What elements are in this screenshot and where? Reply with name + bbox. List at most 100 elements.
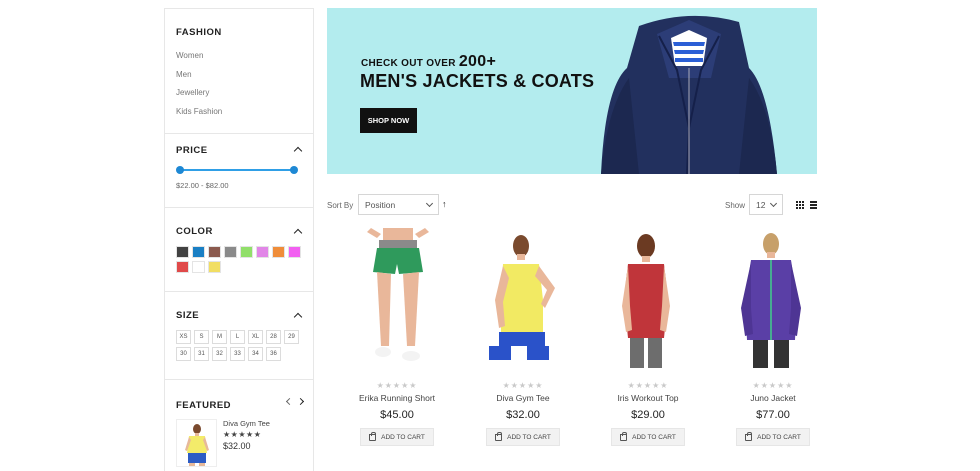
sort-select[interactable]: Position bbox=[358, 194, 439, 215]
featured-nav bbox=[285, 397, 305, 406]
product-price: $45.00 bbox=[380, 409, 414, 421]
product-card[interactable]: ★★★★★ Juno Jacket $77.00 ADD TO CART bbox=[713, 228, 833, 446]
product-name[interactable]: Iris Workout Top bbox=[588, 393, 708, 403]
promo-banner[interactable]: CHECK OUT OVER 200+ MEN'S JACKETS & COAT… bbox=[327, 8, 817, 174]
shopping-bag-icon bbox=[369, 431, 377, 441]
color-swatch[interactable] bbox=[176, 246, 189, 258]
product-name[interactable]: Juno Jacket bbox=[713, 393, 833, 403]
rating-stars: ★★★★★ bbox=[627, 381, 669, 390]
featured-rating-stars: ★★★★★ bbox=[223, 430, 262, 439]
product-image[interactable] bbox=[463, 228, 583, 373]
fashion-title: FASHION bbox=[176, 27, 222, 38]
size-option[interactable]: 28 bbox=[266, 330, 281, 344]
banner-count: 200+ bbox=[458, 53, 497, 70]
product-image[interactable] bbox=[337, 228, 457, 373]
featured-title: FEATURED bbox=[176, 400, 232, 411]
banner-subheading-text: CHECK OUT OVER bbox=[361, 58, 456, 69]
product-price: $32.00 bbox=[506, 409, 540, 421]
color-swatch[interactable] bbox=[224, 246, 237, 258]
size-option[interactable]: 32 bbox=[212, 347, 227, 361]
add-to-cart-button[interactable]: ADD TO CART bbox=[360, 428, 434, 446]
color-section: COLOR bbox=[165, 208, 313, 292]
shop-now-button[interactable]: SHOP NOW bbox=[360, 108, 417, 133]
size-option[interactable]: M bbox=[212, 330, 227, 344]
price-max-handle[interactable] bbox=[290, 166, 298, 174]
product-name[interactable]: Erika Running Short bbox=[337, 393, 457, 403]
rating-stars: ★★★★★ bbox=[502, 381, 544, 390]
product-name[interactable]: Diva Gym Tee bbox=[463, 393, 583, 403]
category-kids-fashion-link[interactable]: Kids Fashion bbox=[176, 103, 302, 122]
product-price: $29.00 bbox=[631, 409, 665, 421]
product-price: $77.00 bbox=[756, 409, 790, 421]
price-min-handle[interactable] bbox=[176, 166, 184, 174]
featured-product-name[interactable]: Diva Gym Tee bbox=[223, 419, 270, 428]
size-option[interactable]: 30 bbox=[176, 347, 191, 361]
prev-chevron-icon[interactable] bbox=[285, 397, 294, 406]
size-option[interactable]: S bbox=[194, 330, 209, 344]
add-to-cart-label: ADD TO CART bbox=[507, 433, 551, 441]
list-view-icon[interactable] bbox=[810, 201, 817, 210]
size-option[interactable]: 33 bbox=[230, 347, 245, 361]
product-image[interactable] bbox=[713, 228, 833, 373]
color-swatch[interactable] bbox=[272, 246, 285, 258]
show-label: Show bbox=[725, 201, 746, 210]
color-swatch[interactable] bbox=[240, 246, 253, 258]
product-card[interactable]: ★★★★★ Erika Running Short $45.00 ADD TO … bbox=[337, 228, 457, 446]
chevron-down-icon bbox=[425, 199, 434, 208]
next-chevron-icon[interactable] bbox=[296, 397, 305, 406]
shopping-bag-icon bbox=[745, 431, 753, 441]
color-swatch[interactable] bbox=[256, 246, 269, 258]
add-to-cart-label: ADD TO CART bbox=[381, 433, 425, 441]
featured-item[interactable]: Diva Gym Tee ★★★★★ $32.00 bbox=[176, 419, 302, 467]
add-to-cart-button[interactable]: ADD TO CART bbox=[736, 428, 810, 446]
color-swatches bbox=[176, 246, 302, 273]
color-swatch[interactable] bbox=[192, 246, 205, 258]
jacket-image bbox=[601, 15, 777, 174]
product-image[interactable] bbox=[588, 228, 708, 373]
product-toolbar: Sort By Position ↑ Show 12 bbox=[327, 194, 817, 216]
size-option[interactable]: 34 bbox=[248, 347, 263, 361]
size-option[interactable]: 31 bbox=[194, 347, 209, 361]
fashion-section: FASHION Women Men Jewellery Kids Fashion bbox=[165, 9, 313, 134]
size-option[interactable]: XS bbox=[176, 330, 191, 344]
sort-select-value: Position bbox=[365, 199, 396, 210]
banner-subheading: CHECK OUT OVER 200+ bbox=[361, 53, 496, 71]
add-to-cart-button[interactable]: ADD TO CART bbox=[611, 428, 685, 446]
add-to-cart-label: ADD TO CART bbox=[632, 433, 676, 441]
size-options: XS S M L XL 28 29 30 31 32 33 34 36 bbox=[176, 330, 302, 361]
grid-view-icon[interactable] bbox=[796, 201, 804, 209]
color-title: COLOR bbox=[176, 226, 213, 237]
category-women-link[interactable]: Women bbox=[176, 47, 302, 66]
color-swatch[interactable] bbox=[176, 261, 189, 273]
size-title: SIZE bbox=[176, 310, 200, 321]
product-card[interactable]: ★★★★★ Iris Workout Top $29.00 ADD TO CAR… bbox=[588, 228, 708, 446]
add-to-cart-button[interactable]: ADD TO CART bbox=[486, 428, 560, 446]
color-swatch[interactable] bbox=[288, 246, 301, 258]
price-range-text: $22.00 - $82.00 bbox=[176, 181, 229, 190]
category-jewellery-link[interactable]: Jewellery bbox=[176, 84, 302, 103]
sort-direction-arrow-icon[interactable]: ↑ bbox=[442, 199, 447, 209]
size-option[interactable]: L bbox=[230, 330, 245, 344]
color-swatch[interactable] bbox=[192, 261, 205, 273]
price-slider[interactable] bbox=[176, 166, 298, 174]
price-slider-track bbox=[179, 169, 295, 171]
size-option[interactable]: XL bbox=[248, 330, 263, 344]
featured-product-image[interactable] bbox=[176, 419, 217, 467]
rating-stars: ★★★★★ bbox=[376, 381, 418, 390]
category-men-link[interactable]: Men bbox=[176, 66, 302, 85]
product-card[interactable]: ★★★★★ Diva Gym Tee $32.00 ADD TO CART bbox=[463, 228, 583, 446]
size-section: SIZE XS S M L XL 28 29 30 31 32 33 34 36 bbox=[165, 292, 313, 380]
show-limit-value: 12 bbox=[756, 199, 766, 210]
price-section: PRICE $22.00 - $82.00 bbox=[165, 134, 313, 208]
shopping-bag-icon bbox=[495, 431, 503, 441]
price-title: PRICE bbox=[176, 145, 208, 156]
filter-sidebar: FASHION Women Men Jewellery Kids Fashion… bbox=[164, 8, 314, 471]
show-limit-select[interactable]: 12 bbox=[749, 194, 783, 215]
sort-by-label: Sort By bbox=[327, 201, 354, 210]
color-swatch[interactable] bbox=[208, 261, 221, 273]
color-swatch[interactable] bbox=[208, 246, 221, 258]
featured-product-price: $32.00 bbox=[223, 441, 251, 451]
size-option[interactable]: 36 bbox=[266, 347, 281, 361]
banner-heading: MEN'S JACKETS & COATS bbox=[360, 71, 595, 91]
size-option[interactable]: 29 bbox=[284, 330, 299, 344]
